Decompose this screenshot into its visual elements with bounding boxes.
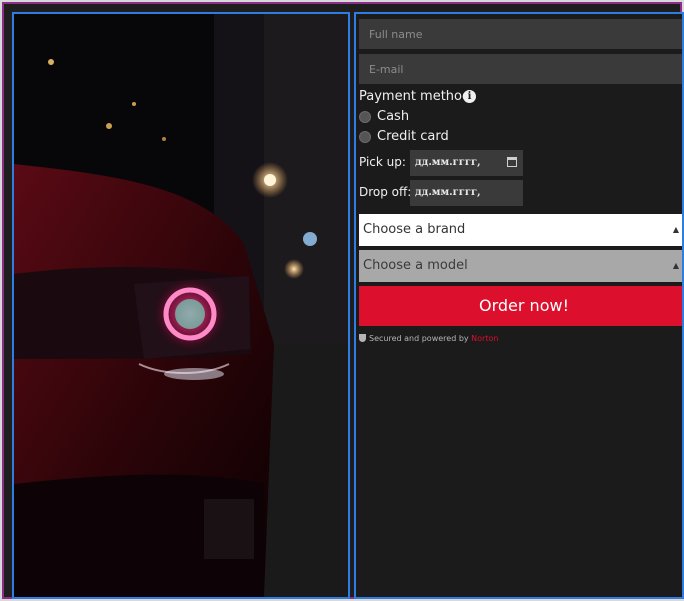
order-form: Payment method: i Cash Credit card Pick … [354, 12, 684, 599]
radio-credit-card-label: Credit card [377, 129, 449, 144]
brand-select-value: Choose a brand [363, 222, 466, 237]
secured-text: Secured and powered by [369, 334, 469, 343]
radio-cash[interactable] [359, 111, 371, 123]
select-arrows-icon: ▲ [672, 261, 679, 270]
pickup-date-input[interactable]: дд.мм.гггг, [410, 150, 523, 176]
dropoff-date-input[interactable]: дд.мм.гггг, [410, 180, 523, 206]
full-name-input[interactable] [359, 19, 682, 49]
norton-link[interactable]: Norton [471, 334, 498, 343]
secured-note: Secured and powered by Norton [359, 334, 498, 343]
radio-credit-card[interactable] [359, 131, 371, 143]
pickup-date-value: дд.мм.гггг, [415, 157, 481, 168]
model-select-value: Choose a model [363, 258, 468, 273]
shield-icon [359, 334, 366, 342]
model-select[interactable]: Choose a model ▲ [359, 250, 682, 282]
info-icon[interactable]: i [463, 90, 476, 103]
select-arrows-icon: ▲ [672, 225, 679, 234]
pickup-label: Pick up: [359, 155, 406, 169]
calendar-icon[interactable] [507, 157, 517, 167]
dropoff-date-value: дд.мм.гггг, [415, 187, 481, 198]
radio-cash-label: Cash [377, 109, 410, 124]
payment-method-label: Payment method: [359, 89, 475, 104]
car-photo-panel [12, 12, 350, 599]
dropoff-label: Drop off: [359, 185, 412, 199]
order-now-button[interactable]: Order now! [359, 286, 682, 326]
email-input[interactable] [359, 54, 682, 84]
car-headlight-photo [14, 14, 348, 597]
brand-select[interactable]: Choose a brand ▲ [359, 214, 682, 246]
